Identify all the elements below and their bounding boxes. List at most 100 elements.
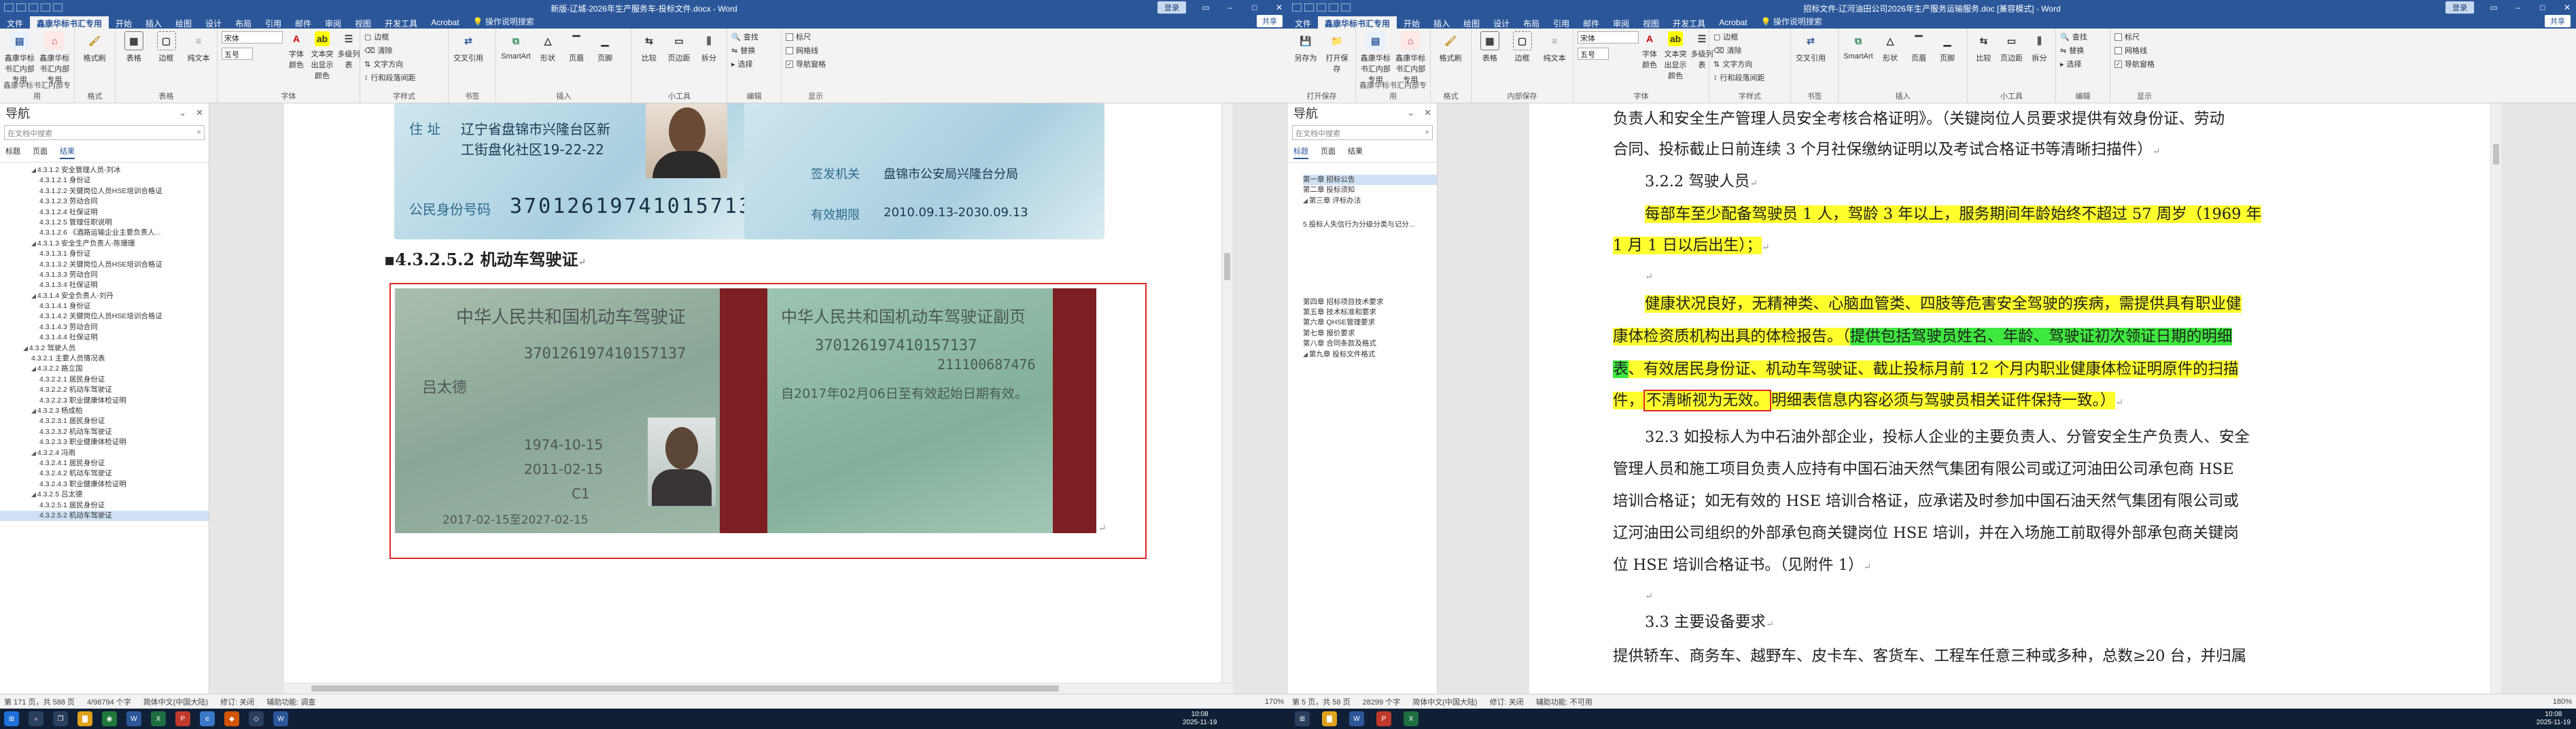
vertical-scrollbar[interactable]: [2490, 103, 2501, 694]
status-page[interactable]: 第 5 页，共 58 页: [1292, 696, 1351, 707]
split-button[interactable]: ⫼ 拆分: [2027, 31, 2051, 100]
save-icon[interactable]: [1304, 3, 1314, 12]
tab-xinkanghua[interactable]: 鑫康华标书汇专用: [30, 16, 109, 29]
tab-acrobat[interactable]: Acrobat: [424, 16, 466, 29]
borders-item[interactable]: ▢ 边框: [364, 31, 416, 42]
nav-item[interactable]: ◢ 4.3.2.3 杨成柏: [0, 406, 209, 416]
undo-icon[interactable]: [29, 3, 38, 12]
tab-insert[interactable]: 插入: [139, 16, 169, 29]
search-icon[interactable]: ⌕: [29, 711, 43, 726]
taskbar-clock-right[interactable]: 10:08 2025-11-19: [2537, 711, 2571, 727]
margins-button[interactable]: ▭ 页边距: [2000, 31, 2023, 100]
pdf-icon[interactable]: P: [175, 711, 190, 726]
open-save-button[interactable]: 📁 打开保存: [1323, 31, 1351, 100]
nav-item[interactable]: 第七章 报价要求: [1303, 328, 1437, 339]
nav-item[interactable]: 4.3.1.4.3 劳动合同: [0, 322, 209, 333]
tab-file[interactable]: 文件: [1288, 16, 1319, 29]
tab-references[interactable]: 引用: [258, 16, 288, 29]
save-as-button[interactable]: 💾 另存为: [1292, 31, 1319, 100]
tab-mailings[interactable]: 邮件: [288, 16, 318, 29]
nav-item[interactable]: 4.3.1.2.6 《酒路运输企业主要负责人...: [0, 228, 209, 238]
vertical-scrollbar[interactable]: [1221, 103, 1232, 694]
nav-item[interactable]: ◢ 4.3.1.2 安全管理人员-刘冰: [0, 165, 209, 175]
excel-icon[interactable]: X: [1404, 711, 1418, 726]
status-accessibility[interactable]: 辅助功能: 不可用: [1536, 696, 1592, 707]
nav-item[interactable]: ◢ 4.3.1.3 安全生产负责人-陈珊珊: [0, 239, 209, 249]
nav-item[interactable]: ◢ 4.3.2 驾驶人员: [0, 343, 209, 354]
tab-insert[interactable]: 插入: [1427, 16, 1457, 29]
minimize-icon[interactable]: –: [2513, 3, 2523, 12]
tab-references[interactable]: 引用: [1546, 16, 1576, 29]
caret-down-icon[interactable]: ◢: [31, 365, 36, 372]
autosave-icon[interactable]: [1292, 3, 1302, 12]
wechat-icon[interactable]: ◉: [102, 711, 117, 726]
nav-item[interactable]: ◢ 4.3.1.4 安全负责人-刘丹: [0, 291, 209, 301]
browser-icon[interactable]: e: [200, 711, 215, 726]
cross-reference-button[interactable]: ⇄ 交叉引用: [1795, 31, 1826, 100]
caret-down-icon[interactable]: ◢: [31, 491, 36, 498]
nav-item[interactable]: 4.3.2.5.2 机动车驾驶证: [0, 510, 209, 522]
nav-item[interactable]: 4.3.1.3.1 身份证: [0, 249, 209, 259]
nav-item[interactable]: 4.3.1.2.4 社保证明: [0, 207, 209, 218]
nav-item[interactable]: 4.3.2.2.2 机动车驾驶证: [0, 385, 209, 395]
plain-text-button[interactable]: ≡ 纯文本: [184, 31, 213, 100]
text-direction-item[interactable]: ⇅ 文字方向: [1713, 58, 1765, 69]
customize-icon[interactable]: [53, 3, 63, 12]
font-size-input[interactable]: 五号: [1578, 48, 1609, 60]
highlight-button[interactable]: ab 文本突出显示颜色: [1663, 31, 1688, 81]
multilevel-list-button[interactable]: ☰ 多级列表: [337, 31, 360, 81]
nav-item[interactable]: ◢ 4.3.2.2 路立国: [0, 364, 209, 374]
line-spacing-item[interactable]: ↕ 行和段落间距: [364, 72, 416, 83]
nav-item[interactable]: ◢ 第三章 评标办法: [1303, 196, 1437, 206]
chevron-down-icon[interactable]: ⌄: [179, 107, 186, 118]
replace-item[interactable]: ⇋ 替换: [2060, 45, 2087, 56]
tab-layout[interactable]: 布局: [1516, 16, 1546, 29]
nav-item[interactable]: 4.3.2.3.1 居民身份证: [0, 416, 209, 426]
nav-item[interactable]: 4.3.1.3.4 社保证明: [0, 280, 209, 290]
share-button[interactable]: 共享: [1257, 15, 1283, 27]
nav-item[interactable]: 4.3.2.3.3 职业健康体检证明: [0, 437, 209, 447]
nav-item[interactable]: 4.3.2.2.3 职业健康体检证明: [0, 396, 209, 406]
nav-item[interactable]: 第四章 招标项目技术要求: [1303, 297, 1437, 307]
font-color-button[interactable]: A 字体颜色: [1639, 31, 1660, 81]
tab-design[interactable]: 设计: [198, 16, 228, 29]
search-icon[interactable]: ⌕: [1425, 128, 1429, 137]
caret-down-icon[interactable]: ◢: [31, 167, 36, 173]
status-accessibility[interactable]: 辅助功能: 调查: [266, 696, 315, 707]
tell-me-search[interactable]: 💡 操作说明搜索: [466, 14, 541, 29]
app-icon[interactable]: ◇: [249, 711, 264, 726]
font-name-input[interactable]: 宋体: [222, 31, 283, 44]
nav-item[interactable]: 4.3.2.3.2 机动车驾驶证: [0, 427, 209, 437]
nav-tab-headings[interactable]: 标题: [5, 146, 20, 159]
table-button[interactable]: ▦ 表格: [1476, 31, 1504, 100]
smartart-button[interactable]: ⧉ SmartArt: [500, 31, 532, 100]
autosave-icon[interactable]: [4, 3, 14, 12]
login-button[interactable]: 登录: [2446, 1, 2474, 14]
scrollbar-thumb[interactable]: [2493, 144, 2499, 165]
tab-mailings[interactable]: 邮件: [1576, 16, 1606, 29]
clear-item[interactable]: ⌫ 清除: [364, 45, 416, 56]
replace-item[interactable]: ⇋ 替换: [731, 45, 759, 56]
format-painter-button[interactable]: 🖌 格式刷: [79, 31, 110, 100]
tab-home[interactable]: 开始: [1397, 16, 1427, 29]
cross-reference-button[interactable]: ⇄ 交叉引用: [453, 31, 484, 100]
nav-tab-results[interactable]: 结果: [60, 146, 75, 159]
tab-view[interactable]: 视图: [1636, 16, 1666, 29]
caret-down-icon[interactable]: ◢: [31, 292, 36, 299]
borders-item[interactable]: ▢ 边框: [1713, 31, 1765, 42]
nav-item[interactable]: 第八章 合同条款及格式: [1303, 339, 1437, 349]
nav-item[interactable]: 第一章 招标公告: [1303, 175, 1437, 186]
caret-down-icon[interactable]: ◢: [1303, 197, 1308, 204]
border-button[interactable]: ▢ 边框: [152, 31, 181, 100]
line-spacing-item[interactable]: ↕ 行和段落间距: [1713, 72, 1765, 83]
ribbon-display-icon[interactable]: ▭: [1201, 3, 1211, 12]
close-icon[interactable]: ✕: [1274, 3, 1284, 12]
scrollbar-thumb[interactable]: [1224, 253, 1230, 280]
table-button[interactable]: ▦ 表格: [120, 31, 148, 100]
minimize-icon[interactable]: –: [1225, 3, 1235, 12]
footer-button[interactable]: ▁ 页脚: [1935, 31, 1960, 100]
taskbar-clock-left[interactable]: 10:08 2025-11-19: [1183, 711, 1217, 727]
file-explorer-icon[interactable]: ▇: [1322, 711, 1337, 726]
caret-down-icon[interactable]: ◢: [1303, 351, 1308, 358]
clear-item[interactable]: ⌫ 清除: [1713, 45, 1765, 56]
